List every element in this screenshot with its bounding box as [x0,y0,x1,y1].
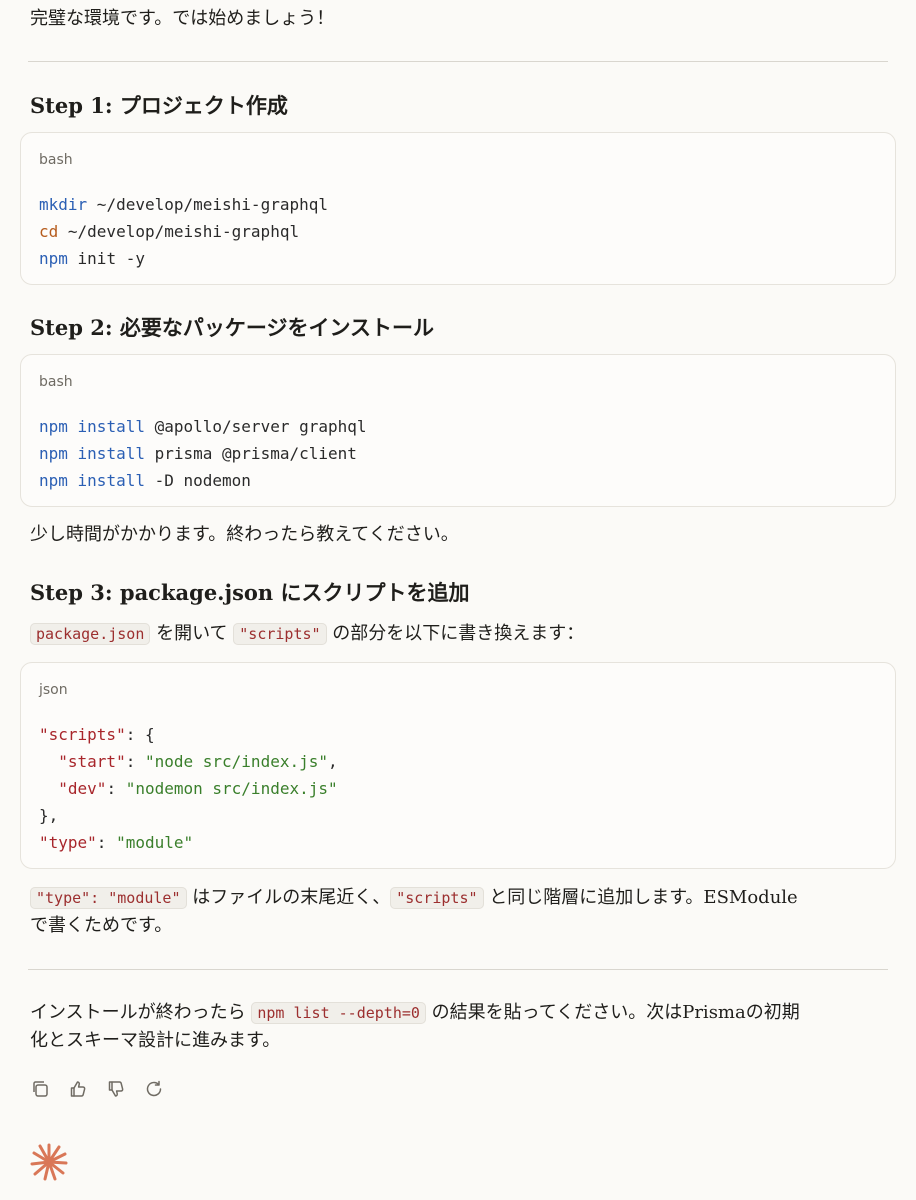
note-text: "type": "module" はファイルの末尾近く、 "scripts" と同… [30,887,798,936]
intro-text: 完璧な環境です。では始めましょう！ [30,8,335,29]
inline-code: "scripts" [233,623,327,645]
step1-code-block[interactable]: bash mkdir ~/develop/meishi-graphql cd ~/… [20,132,896,285]
step2-heading: Step 2: 必要なパッケージをインストール [30,315,435,340]
code-line: cd ~/develop/meishi-graphql [39,222,300,241]
final-text: インストールが終わったら npm list --depth=0 の結果を貼ってく… [30,1002,800,1051]
code-content: "scripts": { "start": "node src/index.js… [39,721,877,856]
inline-code: npm list --depth=0 [251,1002,426,1024]
code-line: "dev": "nodemon src/index.js" [58,779,338,798]
divider [28,969,888,970]
code-line: npm install @apollo/server graphql [39,417,367,436]
code-line: npm init -y [39,249,145,268]
code-content: mkdir ~/develop/meishi-graphql cd ~/devel… [39,191,877,272]
code-line: npm install prisma @prisma/client [39,444,357,463]
message-actions [20,1079,896,1099]
copy-icon[interactable] [30,1079,50,1099]
code-line: }, [39,806,59,825]
claude-logo-icon [30,1143,68,1181]
step3-description: package.json を開いて "scripts" の部分を以下に書き換えま… [20,620,896,648]
code-content: npm install @apollo/server graphql npm in… [39,413,877,494]
inline-code: "type": "module" [30,887,187,909]
step1-heading: Step 1: プロジェクト作成 [30,93,288,118]
step3-heading: Step 3: package.json にスクリプトを追加 [30,580,470,605]
divider [28,61,888,62]
code-language-label: bash [39,152,73,168]
inline-code: "scripts" [390,887,484,909]
step3-code-block[interactable]: json "scripts": { "start": "node src/ind… [20,662,896,869]
code-line: "type": "module" [39,833,194,852]
code-line: "scripts": { [39,725,155,744]
code-line: "start": "node src/index.js", [58,752,338,771]
code-language-label: json [39,682,68,698]
retry-icon[interactable] [144,1079,164,1099]
code-line: mkdir ~/develop/meishi-graphql [39,195,328,214]
code-line: npm install -D nodemon [39,471,251,490]
code-language-label: bash [39,374,73,390]
thumbs-down-icon[interactable] [106,1079,126,1099]
chat-message: 完璧な環境です。では始めましょう！ Step 1: プロジェクト作成 bash … [0,0,916,1200]
step2-code-block[interactable]: bash npm install @apollo/server graphql n… [20,354,896,507]
thumbs-up-icon[interactable] [68,1079,88,1099]
inline-code: package.json [30,623,151,645]
wait-text: 少し時間がかかります。終わったら教えてください。 [30,524,459,545]
